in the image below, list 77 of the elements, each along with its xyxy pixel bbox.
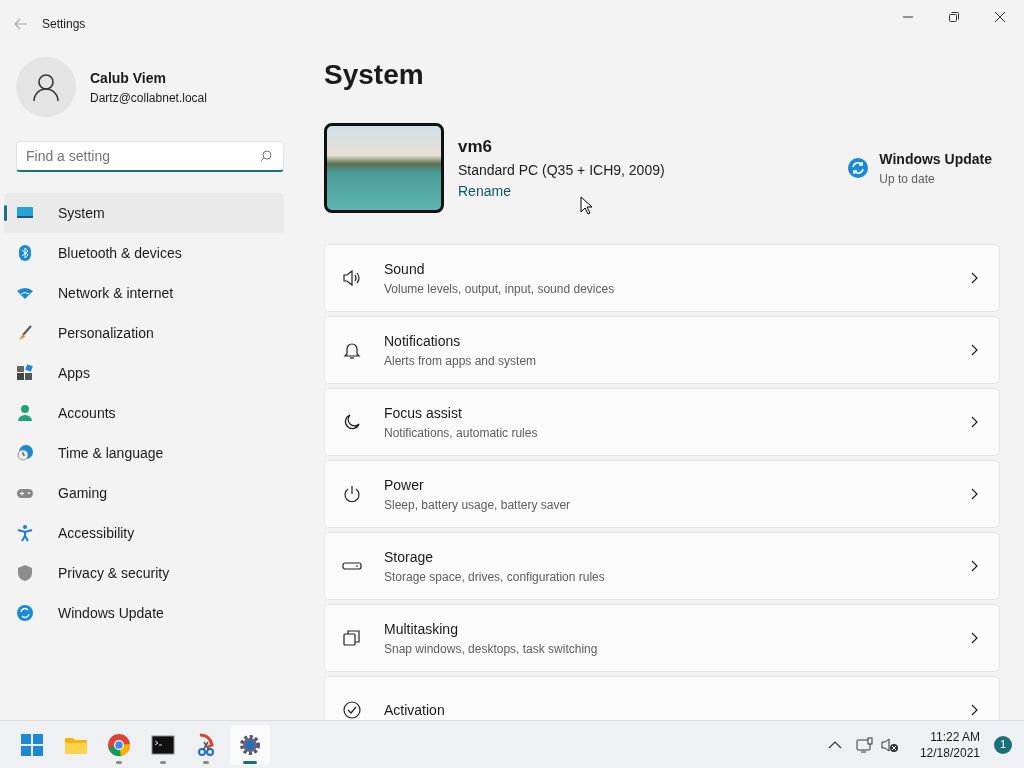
device-name: vm6 — [458, 136, 494, 159]
setting-title: Activation — [384, 700, 445, 720]
paintbrush-icon — [16, 324, 34, 342]
rename-link[interactable]: Rename — [458, 182, 511, 199]
chevron-right-icon — [971, 272, 979, 284]
setting-description: Sleep, battery usage, battery saver — [384, 496, 571, 514]
update-status: Up to date — [879, 170, 936, 188]
browser-icon — [107, 732, 131, 757]
accessibility-person-icon — [16, 524, 34, 542]
chevron-right-icon — [971, 560, 979, 572]
settings-card[interactable]: Multitasking Snap windows, desktops, task switching — [324, 604, 1000, 672]
sync-circle-icon — [16, 604, 34, 622]
apps-grid-icon — [16, 364, 34, 382]
taskbar-gear-button[interactable] — [229, 724, 270, 765]
notification-count[interactable]: 1 — [994, 735, 1012, 754]
settings-card[interactable]: Storage Storage space, drives, configuration rules — [324, 532, 1000, 600]
sidebar-item[interactable]: Windows Update — [4, 593, 284, 633]
shield-icon — [16, 564, 34, 582]
setting-title: Power — [384, 475, 425, 495]
power-icon — [342, 484, 362, 504]
sidebar-item[interactable]: Personalization — [4, 313, 284, 353]
setting-title: Multitasking — [384, 619, 459, 639]
bluetooth-icon — [16, 244, 34, 262]
sidebar-item[interactable]: System — [4, 193, 284, 233]
chevron-right-icon — [971, 632, 979, 644]
network-icon[interactable] — [855, 736, 874, 753]
check-circle-icon — [342, 700, 362, 720]
search-icon — [260, 150, 272, 162]
setting-description: Storage space, drives, configuration rules — [384, 568, 605, 586]
update-icon — [846, 157, 869, 179]
sidebar-item[interactable]: Time & language — [4, 433, 284, 473]
chevron-right-icon — [971, 344, 979, 356]
speaker-icon — [342, 268, 362, 288]
user-name: Calub Viem — [90, 68, 167, 88]
sidebar-item[interactable]: Accessibility — [4, 513, 284, 553]
chevron-up-icon[interactable] — [827, 740, 842, 749]
update-title: Windows Update — [879, 149, 992, 169]
person-icon — [16, 404, 34, 422]
settings-card[interactable]: Sound Volume levels, output, input, sound devices — [324, 244, 1000, 312]
setting-description: Alerts from apps and system — [384, 352, 537, 370]
window-title: Settings — [42, 16, 86, 33]
sidebar-item[interactable]: Accounts — [4, 393, 284, 433]
clock[interactable]: 11:22 AM 12/18/2021 — [919, 728, 980, 761]
chevron-right-icon — [971, 416, 979, 428]
bell-icon — [342, 340, 362, 360]
settings-card[interactable]: Power Sleep, battery usage, battery saver — [324, 460, 1000, 528]
setting-description: Snap windows, desktops, task switching — [384, 640, 598, 658]
setting-title: Storage — [384, 547, 435, 567]
restore-icon — [949, 11, 959, 22]
setting-description: Notifications, automatic rules — [384, 424, 538, 442]
sidebar-item[interactable]: Privacy & security — [4, 553, 284, 593]
close-icon — [995, 11, 1005, 22]
setting-title: Sound — [384, 259, 426, 279]
settings-card[interactable]: Activation — [324, 676, 1000, 720]
setting-description: Volume levels, output, input, sound devices — [384, 280, 615, 298]
settings-card[interactable]: Notifications Alerts from apps and system — [324, 316, 1000, 384]
device-model: Standard PC (Q35 + ICH9, 2009) — [458, 160, 665, 180]
settings-card[interactable]: Focus assist Notifications, automatic rules — [324, 388, 1000, 456]
gear-icon — [237, 732, 262, 757]
terminal-icon — [150, 732, 175, 757]
multitasking-icon — [342, 628, 362, 648]
user-email: Dartz@collabnet.local — [90, 89, 207, 107]
setting-title: Notifications — [384, 331, 462, 351]
sidebar-item[interactable]: Apps — [4, 353, 284, 393]
mouse-pointer-icon — [580, 196, 592, 215]
volume-muted-icon[interactable] — [880, 736, 899, 753]
moon-icon — [342, 412, 362, 432]
globe-clock-icon — [16, 444, 34, 462]
start-icon — [20, 732, 44, 757]
chevron-right-icon — [971, 704, 979, 716]
sidebar-item[interactable]: Gaming — [4, 473, 284, 513]
setting-title: Focus assist — [384, 403, 463, 423]
sidebar-item[interactable]: Bluetooth & devices — [4, 233, 284, 273]
page-title: System — [324, 58, 425, 92]
sidebar-item[interactable]: Network & internet — [4, 273, 284, 313]
chevron-right-icon — [971, 488, 979, 500]
search-field[interactable]: Find a setting — [16, 141, 284, 172]
